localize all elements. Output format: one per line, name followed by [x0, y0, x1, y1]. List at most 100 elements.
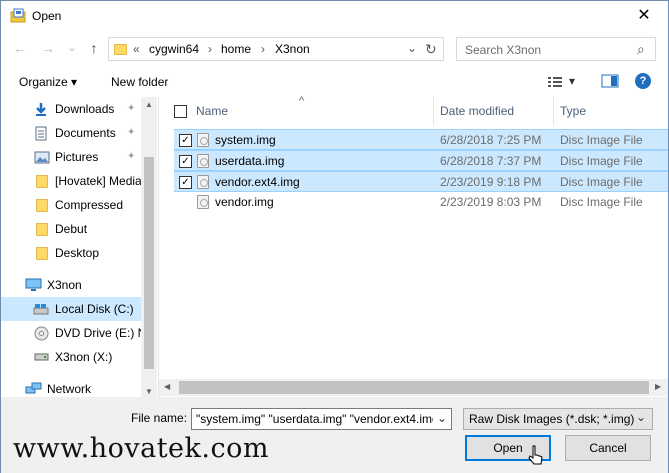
close-icon: ✕ — [637, 7, 651, 24]
sidebar-item-label: Downloads — [55, 102, 115, 116]
file-name: vendor.img — [215, 195, 274, 209]
cancel-button[interactable]: Cancel — [565, 435, 651, 461]
title-bar: Open ✕ — [1, 1, 668, 31]
sidebar-item-label: Documents — [55, 126, 116, 140]
folder-icon — [36, 199, 48, 212]
back-button[interactable]: ← — [11, 39, 29, 57]
window-title: Open — [32, 9, 62, 23]
scroll-down-icon[interactable]: ▼ — [145, 387, 153, 396]
open-dialog: Open ✕ ← → ⌄ ↑ « cygwin64 › home › X3non… — [0, 0, 669, 473]
sidebar-item-label: X3non — [47, 278, 82, 292]
sidebar-item-dvd-drive[interactable]: DVD Drive (E:) N — [1, 321, 141, 345]
document-icon — [35, 126, 47, 141]
sidebar-item-label: Pictures — [55, 150, 99, 164]
sidebar-item-local-disk[interactable]: Local Disk (C:) — [1, 297, 141, 321]
close-button[interactable]: ✕ — [631, 5, 657, 27]
column-divider[interactable] — [433, 97, 434, 125]
file-type: Disc Image File — [560, 154, 643, 168]
folder-icon — [36, 247, 48, 260]
scrollbar-thumb[interactable] — [179, 381, 649, 394]
file-type-select[interactable]: Raw Disk Images (*.dsk; *.img) ⌄ — [463, 408, 653, 430]
breadcrumb-home[interactable]: home — [221, 42, 251, 56]
help-button[interactable]: ? — [635, 73, 651, 89]
column-date-modified[interactable]: Date modified — [440, 104, 514, 118]
pane-divider — [158, 97, 159, 401]
sidebar-item-documents[interactable]: Documents ✦ — [1, 121, 141, 145]
file-date: 2/23/2019 9:18 PM — [440, 175, 542, 189]
refresh-icon[interactable]: ↻ — [425, 41, 437, 58]
sidebar-item-label: Debut — [55, 222, 88, 236]
breadcrumb-separator: › — [208, 42, 212, 56]
folder-icon — [36, 223, 48, 236]
row-checkbox[interactable]: ✓ — [179, 155, 192, 168]
sidebar-item-hovatek-media[interactable]: [Hovatek] Media — [1, 169, 141, 193]
file-row-userdata-img[interactable]: ✓ userdata.img 6/28/2018 7:37 PM Disc Im… — [174, 150, 668, 171]
command-bar: Organize ▾ New folder ▾ ? — [1, 67, 668, 97]
pin-icon: ✦ — [127, 151, 136, 162]
file-name-dropdown[interactable]: ⌄ — [433, 409, 451, 429]
chevron-down-icon: ⌄ — [67, 42, 77, 54]
new-folder-button[interactable]: New folder — [111, 75, 168, 89]
disk-icon — [33, 304, 49, 315]
breadcrumb-cygwin64[interactable]: cygwin64 — [149, 42, 199, 56]
address-dropdown[interactable]: ⌄ — [407, 41, 417, 55]
file-row-system-img[interactable]: ✓ system.img 6/28/2018 7:25 PM Disc Imag… — [174, 129, 668, 150]
scroll-left-icon[interactable]: ◀ — [164, 382, 170, 391]
file-name-label: File name: — [131, 411, 188, 425]
network-icon — [25, 382, 42, 394]
recent-dropdown[interactable]: ⌄ — [63, 39, 81, 57]
disc-image-icon — [197, 154, 209, 168]
forward-button[interactable]: → — [39, 39, 57, 57]
breadcrumb-x3non[interactable]: X3non — [275, 42, 310, 56]
sidebar-item-desktop[interactable]: Desktop — [1, 241, 141, 265]
sidebar-item-this-pc[interactable]: X3non — [1, 273, 141, 297]
file-type-value: Raw Disk Images (*.dsk; *.img) — [469, 412, 635, 426]
sidebar-item-pictures[interactable]: Pictures ✦ — [1, 145, 141, 169]
scrollbar-thumb[interactable] — [144, 157, 154, 369]
app-icon — [10, 8, 26, 23]
preview-pane-icon[interactable] — [601, 74, 619, 88]
column-name[interactable]: Name — [196, 104, 228, 118]
overflow-chevron[interactable]: « — [133, 42, 140, 56]
breadcrumb-separator: › — [261, 42, 265, 56]
row-checkbox[interactable]: ✓ — [179, 176, 192, 189]
select-all-checkbox[interactable] — [174, 105, 187, 118]
column-header-row: ^ Name Date modified Type — [159, 95, 668, 125]
view-dropdown[interactable]: ▾ — [569, 74, 575, 88]
file-name: system.img — [215, 133, 276, 147]
up-button[interactable]: ↑ — [85, 39, 103, 57]
column-type[interactable]: Type — [560, 104, 586, 118]
sidebar-item-label: DVD Drive (E:) N — [55, 326, 141, 340]
navigation-pane: Downloads ✦ Documents ✦ Pictures ✦ [Hova… — [1, 97, 157, 401]
search-placeholder: Search X3non — [465, 43, 542, 57]
horizontal-scrollbar[interactable]: ◀ ▶ — [159, 379, 668, 396]
row-checkbox[interactable]: ✓ — [179, 134, 192, 147]
sidebar-item-label: Compressed — [55, 198, 124, 212]
file-date: 2/23/2019 8:03 PM — [440, 195, 542, 209]
scroll-up-icon[interactable]: ▲ — [145, 100, 153, 109]
picture-icon — [34, 151, 50, 164]
computer-icon — [25, 278, 42, 291]
file-row-vendor-img[interactable]: vendor.img 2/23/2019 8:03 PM Disc Image … — [174, 192, 668, 213]
arrow-right-icon: → — [41, 40, 55, 56]
scroll-right-icon[interactable]: ▶ — [655, 382, 661, 391]
file-name-input[interactable]: "system.img" "userdata.img" "vendor.ext4… — [191, 408, 452, 430]
folder-icon — [114, 44, 127, 55]
search-icon: ⌕ — [637, 41, 645, 57]
sidebar-item-debut[interactable]: Debut — [1, 217, 141, 241]
file-name: userdata.img — [215, 154, 285, 168]
file-row-vendor-ext4-img[interactable]: ✓ vendor.ext4.img 2/23/2019 9:18 PM Disc… — [174, 171, 668, 192]
sidebar-item-compressed[interactable]: Compressed — [1, 193, 141, 217]
organize-button[interactable]: Organize ▾ — [19, 75, 77, 89]
search-box[interactable]: Search X3non ⌕ — [456, 37, 656, 61]
pin-icon: ✦ — [127, 127, 136, 138]
sidebar-item-label: X3non (X:) — [55, 350, 113, 364]
drive-icon — [34, 353, 49, 361]
sidebar-item-downloads[interactable]: Downloads ✦ — [1, 97, 141, 121]
sidebar-item-x3non-drive[interactable]: X3non (X:) — [1, 345, 141, 369]
view-list-icon[interactable] — [547, 75, 563, 89]
column-divider[interactable] — [553, 97, 554, 125]
file-type: Disc Image File — [560, 195, 643, 209]
address-bar[interactable]: « cygwin64 › home › X3non ⌄ ↻ — [108, 37, 444, 61]
folder-icon — [36, 175, 48, 188]
